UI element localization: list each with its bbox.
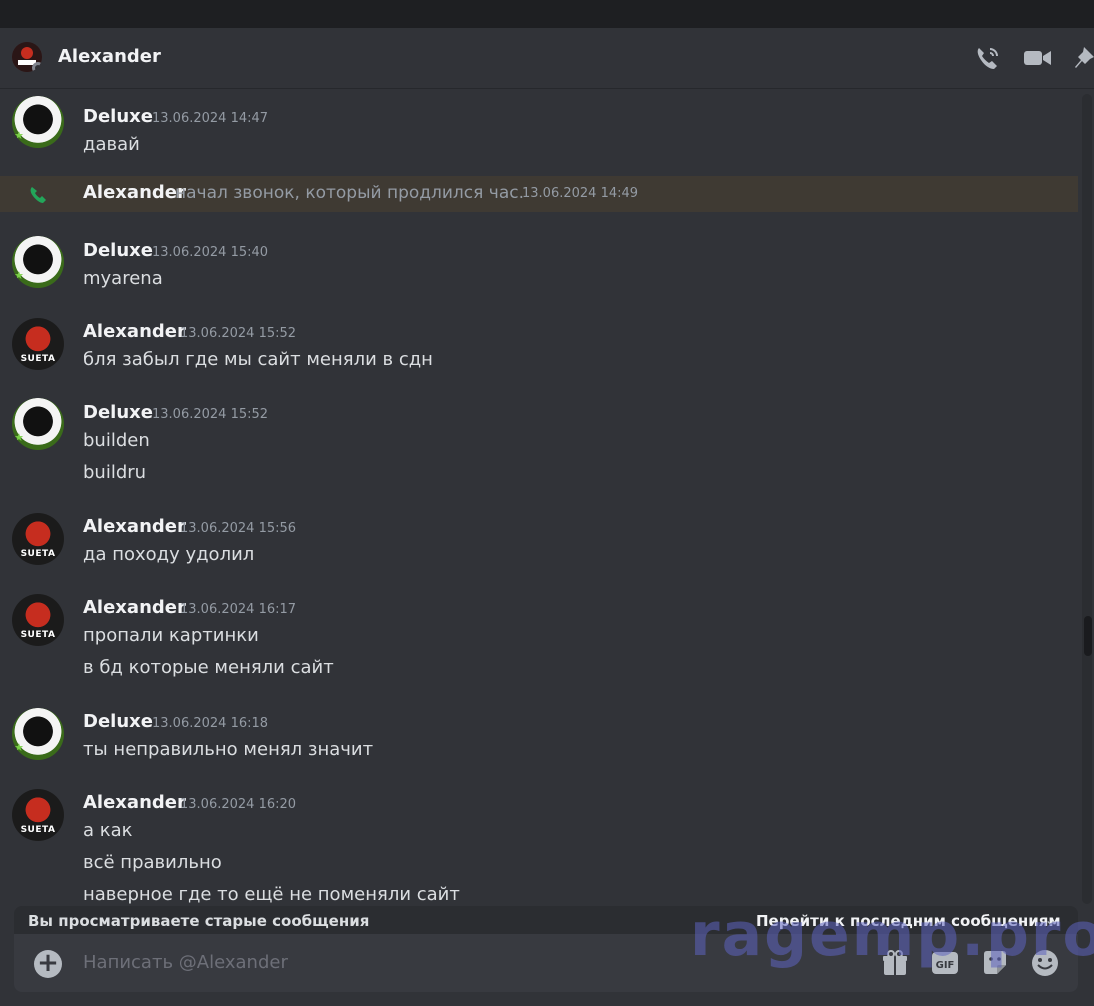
message-text: а как <box>83 820 133 841</box>
author-name[interactable]: Alexander <box>83 597 186 618</box>
message-text: buildru <box>83 462 147 483</box>
call-author-name[interactable]: Alexander <box>83 182 186 203</box>
message-list[interactable]: ★ Deluxe 13.06.2024 14:47 давай Alexande… <box>0 90 1080 905</box>
voice-call-icon[interactable] <box>973 44 1003 72</box>
message-text: ты неправильно менял значит <box>83 739 374 760</box>
message-text: бля забыл где мы сайт меняли в сдн <box>83 349 433 370</box>
author-name[interactable]: Alexander <box>83 792 186 813</box>
message-input[interactable]: Написать @Alexander <box>83 952 288 973</box>
star-icon: ★ <box>14 431 24 444</box>
video-call-icon[interactable] <box>1023 44 1053 72</box>
header-avatar[interactable] <box>12 42 42 72</box>
avatar[interactable]: SUETA <box>12 594 64 646</box>
watermark: ragemp.pro <box>690 900 1094 970</box>
call-description: начал звонок, который продлился час. <box>175 183 524 203</box>
scrollbar-track[interactable] <box>1082 94 1092 904</box>
author-name[interactable]: Alexander <box>83 516 186 537</box>
old-messages-notice: Вы просматриваете старые сообщения <box>28 912 370 930</box>
call-system-message: Alexander начал звонок, который продлилс… <box>0 176 1078 212</box>
author-name[interactable]: Deluxe <box>83 106 153 127</box>
message-text: всё правильно <box>83 852 222 873</box>
avatar[interactable]: SUETA <box>12 513 64 565</box>
message-text: builden <box>83 430 150 451</box>
avatar[interactable]: SUETA <box>12 318 64 370</box>
star-icon: ★ <box>14 269 24 282</box>
timestamp: 13.06.2024 16:18 <box>152 716 269 731</box>
message-text: в бд которые меняли сайт <box>83 657 334 678</box>
attach-plus-icon[interactable]: + <box>34 950 62 978</box>
message-text: наверное где то ещё не поменяли сайт <box>83 884 460 905</box>
page-title: Alexander <box>58 46 161 67</box>
call-timestamp: 13.06.2024 14:49 <box>522 186 639 201</box>
timestamp: 13.06.2024 15:56 <box>180 521 297 536</box>
message-text: пропали картинки <box>83 625 259 646</box>
star-icon: ★ <box>14 129 24 142</box>
phone-icon <box>30 187 46 203</box>
window-top-strip <box>0 0 1094 28</box>
avatar[interactable]: ★ <box>12 708 64 760</box>
author-name[interactable]: Deluxe <box>83 711 153 732</box>
timestamp: 13.06.2024 15:52 <box>180 326 297 341</box>
author-name[interactable]: Deluxe <box>83 402 153 423</box>
avatar-badge: SUETA <box>20 825 56 835</box>
timestamp: 13.06.2024 15:52 <box>152 407 269 422</box>
timestamp: 13.06.2024 14:47 <box>152 111 269 126</box>
avatar-badge: SUETA <box>20 354 56 364</box>
message-text: да походу удолил <box>83 544 255 565</box>
avatar[interactable]: ★ <box>12 96 64 148</box>
avatar-badge: SUETA <box>20 630 56 640</box>
scrollbar-thumb[interactable] <box>1084 616 1092 656</box>
author-name[interactable]: Deluxe <box>83 240 153 261</box>
avatar[interactable]: SUETA <box>12 789 64 841</box>
timestamp: 13.06.2024 16:17 <box>180 602 297 617</box>
channel-header: Alexander <box>0 28 1094 89</box>
avatar[interactable]: ★ <box>12 398 64 450</box>
timestamp: 13.06.2024 16:20 <box>180 797 297 812</box>
pin-icon[interactable] <box>1072 44 1094 72</box>
message-text: myarena <box>83 268 163 289</box>
offline-status-icon <box>32 62 42 72</box>
star-icon: ★ <box>14 741 24 754</box>
timestamp: 13.06.2024 15:40 <box>152 245 269 260</box>
author-name[interactable]: Alexander <box>83 321 186 342</box>
message-text: давай <box>83 134 140 155</box>
avatar-badge: SUETA <box>20 549 56 559</box>
avatar[interactable]: ★ <box>12 236 64 288</box>
